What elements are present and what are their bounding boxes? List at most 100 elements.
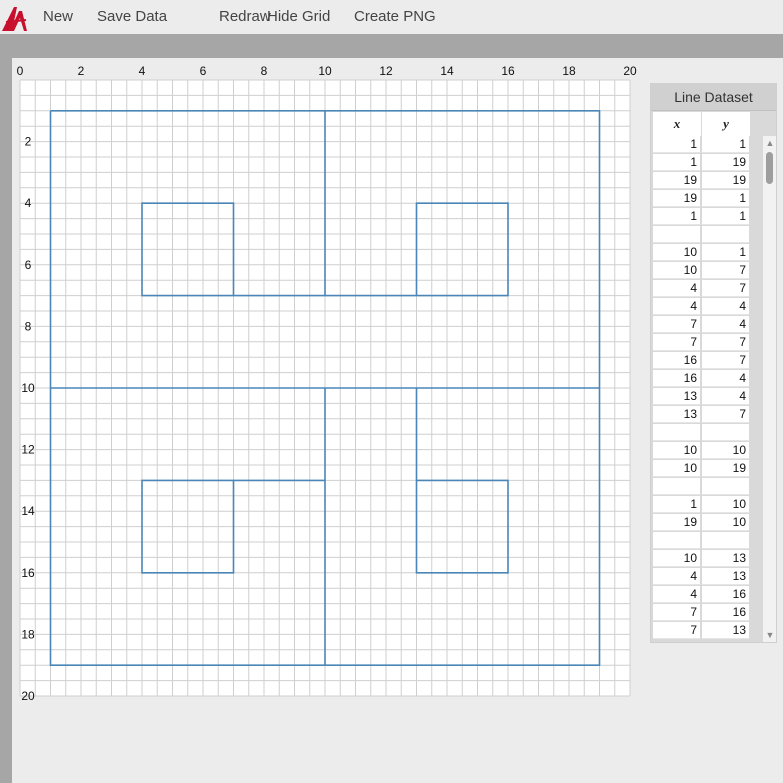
y-cell[interactable]: 13 [702,622,749,639]
x-tick-label: 6 [200,64,207,78]
y-cell[interactable]: 19 [702,460,749,477]
scroll-up-icon[interactable]: ▲ [765,138,775,148]
scrollbar[interactable]: ▲ ▼ [763,136,776,642]
y-cell[interactable] [702,226,749,243]
y-tick-label: 2 [25,135,32,149]
x-cell[interactable]: 10 [653,442,700,459]
x-cell[interactable]: 7 [653,316,700,333]
x-cell[interactable]: 19 [653,190,700,207]
y-cell[interactable] [702,532,749,549]
menu-new[interactable]: New [43,0,73,34]
y-cell[interactable]: 10 [702,442,749,459]
x-cell[interactable] [653,532,700,549]
x-cell[interactable]: 10 [653,550,700,567]
table-row: 74 [653,316,763,334]
y-tick-label: 20 [21,689,35,703]
y-cell[interactable]: 7 [702,262,749,279]
x-cell[interactable]: 10 [653,244,700,261]
x-tick-label: 20 [623,64,637,78]
y-tick-label: 6 [25,258,32,272]
y-cell[interactable]: 10 [702,514,749,531]
x-cell[interactable]: 19 [653,172,700,189]
menu-redraw[interactable]: Redraw [219,0,271,34]
menu-hide-grid[interactable]: Hide Grid [267,0,330,34]
x-tick-label: 12 [379,64,393,78]
x-cell[interactable]: 1 [653,136,700,153]
x-cell[interactable]: 19 [653,514,700,531]
table-row: 13 7 [653,406,763,424]
y-cell[interactable]: 19 [702,154,749,171]
table-row [653,478,763,496]
y-cell[interactable]: 4 [702,298,749,315]
y-cell[interactable]: 1 [702,190,749,207]
x-cell[interactable]: 4 [653,586,700,603]
x-tick-label: 8 [261,64,268,78]
y-cell[interactable]: 7 [702,406,749,423]
table-row: 10 10 [653,442,763,460]
table-row: 10 1 [653,244,763,262]
x-cell[interactable]: 7 [653,604,700,621]
toolbar-divider [0,34,783,58]
y-cell[interactable]: 7 [702,334,749,351]
y-cell[interactable]: 1 [702,136,749,153]
y-cell[interactable]: 1 [702,244,749,261]
x-cell[interactable]: 4 [653,568,700,585]
dataset-rows: 1 1 1 19 19 19 19 1 1 1 10 1 10 7 4 7 4 4 7 4 7 7 16 7 16 4 13 4 13 7… [653,136,763,640]
table-row: 19 19 [653,172,763,190]
y-tick-label: 8 [25,319,32,333]
x-cell[interactable]: 10 [653,460,700,477]
x-cell[interactable] [653,478,700,495]
menu-save-data[interactable]: Save Data [97,0,167,34]
y-cell[interactable] [702,424,749,441]
y-cell[interactable]: 4 [702,388,749,405]
x-cell[interactable]: 4 [653,280,700,297]
menu-bar: New Save Data Redraw Hide Grid Create PN… [0,0,783,34]
app-logo-icon [2,7,27,31]
line-dataset-panel: Line Dataset x y 1 1 1 19 19 19 19 1 1 1 10 1 10 7 4 7 4… [650,83,777,643]
scroll-down-icon[interactable]: ▼ [765,630,775,640]
y-cell[interactable]: 1 [702,208,749,225]
x-cell[interactable]: 1 [653,208,700,225]
y-cell[interactable] [702,478,749,495]
table-row: 19 10 [653,514,763,532]
table-row: 1 10 [653,496,763,514]
table-row: 1 19 [653,154,763,172]
x-tick-label: 2 [78,64,85,78]
y-cell[interactable]: 16 [702,586,749,603]
x-cell[interactable] [653,226,700,243]
x-cell[interactable]: 10 [653,262,700,279]
table-row: 4 16 [653,586,763,604]
y-cell[interactable]: 4 [702,370,749,387]
x-cell[interactable]: 13 [653,388,700,405]
x-cell[interactable]: 1 [653,496,700,513]
x-cell[interactable]: 4 [653,298,700,315]
x-cell[interactable]: 16 [653,352,700,369]
y-cell[interactable]: 16 [702,604,749,621]
y-cell[interactable]: 4 [702,316,749,333]
table-row: 19 1 [653,190,763,208]
table-row: 44 [653,298,763,316]
x-cell[interactable]: 13 [653,406,700,423]
x-cell[interactable]: 7 [653,622,700,639]
table-row: 77 [653,334,763,352]
y-cell[interactable]: 19 [702,172,749,189]
x-tick-label: 16 [501,64,515,78]
y-cell[interactable]: 13 [702,568,749,585]
y-cell[interactable]: 10 [702,496,749,513]
menu-create-png[interactable]: Create PNG [354,0,436,34]
y-cell[interactable]: 7 [702,280,749,297]
left-border [0,58,12,783]
y-column-header: y [702,112,750,136]
y-cell[interactable]: 7 [702,352,749,369]
y-tick-label: 14 [21,504,35,518]
table-row: 10 7 [653,262,763,280]
x-cell[interactable]: 1 [653,154,700,171]
table-row: 16 7 [653,352,763,370]
scroll-thumb[interactable] [766,152,773,184]
table-row: 11 [653,208,763,226]
x-cell[interactable]: 16 [653,370,700,387]
y-cell[interactable]: 13 [702,550,749,567]
table-row: 16 4 [653,370,763,388]
x-cell[interactable]: 7 [653,334,700,351]
x-cell[interactable] [653,424,700,441]
